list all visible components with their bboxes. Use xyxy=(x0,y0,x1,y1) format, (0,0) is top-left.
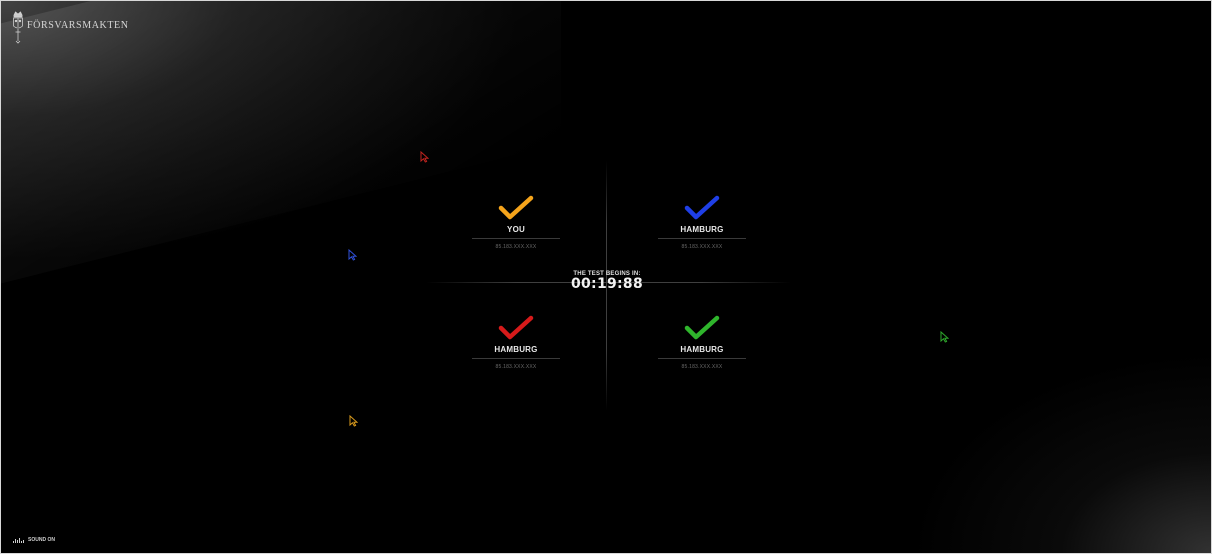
participant-ip: 85.183.XXX.XXX xyxy=(681,364,723,370)
participant-ip: 85.183.XXX.XXX xyxy=(495,364,537,370)
countdown-timer: THE TEST BEGINS IN: 00:19:88 xyxy=(561,271,653,292)
checkmark-icon xyxy=(498,315,534,340)
sound-label: SOUND ON xyxy=(28,537,55,543)
participant-ip: 85.183.XXX.XXX xyxy=(495,244,537,250)
participant-divider xyxy=(658,358,746,359)
participant-divider xyxy=(472,238,560,239)
arrow-cursor-icon xyxy=(420,151,429,163)
participant-name: HAMBURG xyxy=(680,345,724,354)
checkmark-icon xyxy=(684,315,720,340)
checkmark-icon xyxy=(684,195,720,220)
participant-hamburg-blue: HAMBURG 85.183.XXX.XXX xyxy=(657,195,747,250)
crown-emblem-icon xyxy=(12,10,24,44)
participant-you: YOU 85.183.XXX.XXX xyxy=(471,195,561,250)
participant-name: HAMBURG xyxy=(494,345,538,354)
participant-divider xyxy=(658,238,746,239)
arrow-cursor-icon xyxy=(349,415,358,427)
brand-logo[interactable]: FÖRSVARSMAKTEN xyxy=(12,10,129,44)
sound-toggle[interactable]: SOUND ON xyxy=(13,537,55,543)
participant-hamburg-red: HAMBURG 85.183.XXX.XXX xyxy=(471,315,561,370)
countdown-value: 00:19:88 xyxy=(570,276,644,292)
app-window: FÖRSVARSMAKTEN YOU 85.183.XXX.XXX HAMBUR… xyxy=(0,0,1212,554)
participant-name: HAMBURG xyxy=(680,225,724,234)
checkmark-icon xyxy=(498,195,534,220)
participant-ip: 85.183.XXX.XXX xyxy=(681,244,723,250)
arrow-cursor-icon xyxy=(940,331,949,343)
sound-bars-icon xyxy=(13,537,25,543)
participant-hamburg-green: HAMBURG 85.183.XXX.XXX xyxy=(657,315,747,370)
participant-divider xyxy=(472,358,560,359)
participant-name: YOU xyxy=(507,225,525,234)
arrow-cursor-icon xyxy=(348,249,357,261)
brand-name: FÖRSVARSMAKTEN xyxy=(27,19,129,31)
